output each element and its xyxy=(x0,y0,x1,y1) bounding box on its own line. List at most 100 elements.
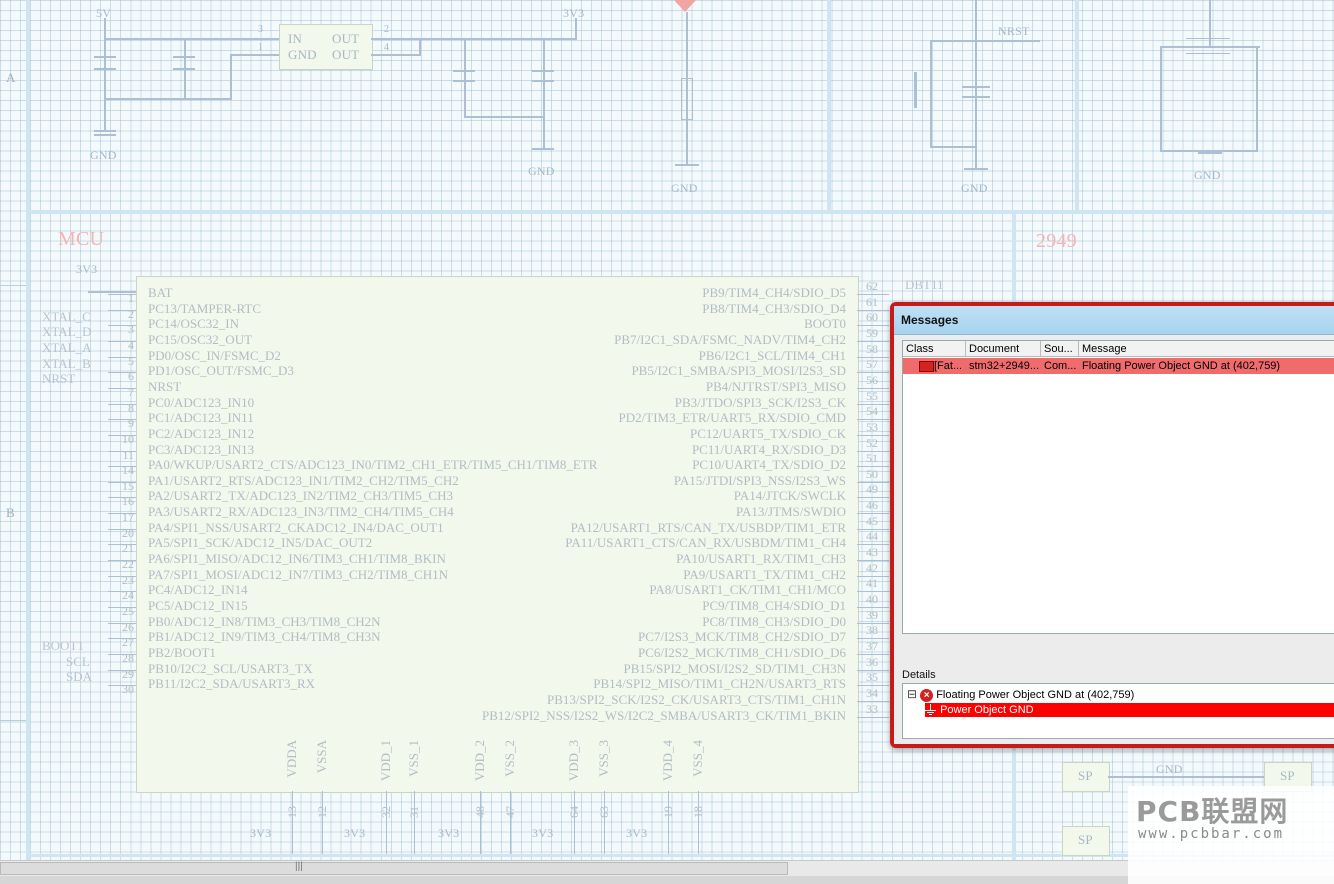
pin-line xyxy=(108,325,136,327)
pin-line xyxy=(108,622,136,624)
pin-name: PC15/OSC32_OUT xyxy=(148,331,253,347)
resistor-symbol xyxy=(681,78,693,120)
column-header-class[interactable]: Class xyxy=(903,341,966,357)
column-header-message[interactable]: Message xyxy=(1079,341,1334,357)
pin-name: PA7/SPI1_MOSI/ADC12_IN7/TIM3_CH2/TIM8_CH… xyxy=(148,566,448,582)
regulator-pin-num: 1 xyxy=(258,42,264,53)
messages-title-bar[interactable]: Messages xyxy=(894,306,1334,335)
capacitor-symbol xyxy=(453,70,475,82)
pin-line xyxy=(292,791,293,854)
pin-name: PB6/I2C1_SCL/TIM4_CH1 xyxy=(698,347,846,363)
bottom-power-label: 3V3 xyxy=(438,826,460,840)
zone-divider-top-1 xyxy=(827,0,831,212)
pin-name: PB7/I2C1_SDA/FSMC_NADV/TIM4_CH2 xyxy=(614,331,846,347)
pin-line xyxy=(108,372,136,374)
row-message: Floating Power Object GND at (402,759) xyxy=(1082,360,1281,372)
pin-number: 40 xyxy=(866,592,878,606)
pin-number: 49 xyxy=(866,482,878,497)
row-class: [Fat... xyxy=(934,360,963,372)
net-label-xtal-a: XTAL_A xyxy=(42,340,92,355)
scrollbar-thumb[interactable]: ||| xyxy=(0,861,788,875)
pin-line xyxy=(108,685,136,687)
gnd-label: GND xyxy=(1194,168,1221,182)
wire xyxy=(104,18,106,130)
pin-number: 46 xyxy=(866,498,878,513)
watermark-url: www.pcbbar.com xyxy=(1138,826,1285,842)
bottom-power-label: 3V3 xyxy=(344,826,366,840)
pin-line xyxy=(108,497,136,499)
column-header-source[interactable]: Sou... xyxy=(1041,341,1079,357)
wire xyxy=(1256,46,1258,152)
table-row[interactable]: [Fat... stm32+2949... Com... Floating Po… xyxy=(903,358,1334,374)
pin-name: PC1/ADC123_IN11 xyxy=(148,410,254,426)
row-document: stm32+2949... xyxy=(969,360,1039,372)
wire xyxy=(371,38,577,40)
regulator-pin-num: 4 xyxy=(384,42,390,53)
bottom-power-label: 3V3 xyxy=(532,826,554,840)
pin-name: BOOT0 xyxy=(804,316,846,332)
pin-line xyxy=(857,716,889,718)
pin-line xyxy=(108,607,136,608)
pin-name: PD0/OSC_IN/FSMC_D2 xyxy=(148,347,281,363)
pin-line xyxy=(108,528,136,530)
pin-name: PC6/I2S2_MCK/TIM8_CH1/SDIO_D6 xyxy=(637,644,846,660)
wire xyxy=(419,38,421,56)
details-parent-text: Floating Power Object GND at (402,759) xyxy=(936,689,1135,701)
details-child-text: Power Object GND xyxy=(940,704,1034,716)
pin-number: 60 xyxy=(866,310,878,325)
collapse-toggle-icon[interactable]: ⊟ xyxy=(907,687,917,701)
net-label-nrst: NRST xyxy=(42,371,76,386)
pin-line xyxy=(698,791,699,854)
pin-number: 36 xyxy=(866,654,878,669)
power-label-3v3: 3V3 xyxy=(563,6,585,20)
pin-line xyxy=(108,419,136,421)
pin-name: PA13/JTMS/SWDIO xyxy=(735,504,846,520)
column-header-document[interactable]: Document xyxy=(966,341,1041,357)
regulator-pin-out-2: OUT xyxy=(332,47,360,62)
pin-name: PC0/ADC123_IN10 xyxy=(148,394,255,410)
pin-name: PA2/USART2_TX/ADC123_IN2/TIM2_CH3/TIM5_C… xyxy=(148,488,453,504)
sp-gnd-label: GND xyxy=(1156,762,1183,776)
pin-name: PA5/SPI1_SCK/ADC12_IN5/DAC_OUT2 xyxy=(148,535,373,551)
details-tree-parent[interactable]: ⊟ × Floating Power Object GND at (402,75… xyxy=(907,686,1134,702)
pin-name: PB9/TIM4_CH4/SDIO_D5 xyxy=(702,285,846,300)
pin-name: PC4/ADC12_IN14 xyxy=(148,582,248,598)
pin-name: VSS_2 xyxy=(502,740,517,777)
pin-line xyxy=(108,544,136,546)
net-label-xtal-b: XTAL_B xyxy=(42,356,91,371)
pin-number: 51 xyxy=(866,451,878,466)
messages-panel[interactable]: Messages Class Document Sou... Message [… xyxy=(890,302,1334,748)
regulator-pin-num: 2 xyxy=(384,24,390,35)
capacitor-symbol xyxy=(173,56,195,70)
zone-divider-horizontal xyxy=(26,210,1334,214)
sp-label: SP xyxy=(1078,768,1093,783)
pin-name: BAT xyxy=(148,285,173,300)
pin-name: PA15/JTDI/SPI3_NSS/I2S3_WS xyxy=(673,472,846,488)
pin-line xyxy=(108,481,136,483)
pin-name: VSS_3 xyxy=(596,740,611,777)
pin-line xyxy=(108,434,136,436)
crystal-symbol xyxy=(1186,38,1230,54)
mcu-sheet-title: MCU xyxy=(58,228,105,250)
pin-name: PB13/SPI2_SCK/I2S2_CK/USART3_CTS/TIM1_CH… xyxy=(547,691,846,707)
pin-number: 50 xyxy=(866,466,878,481)
wire xyxy=(464,116,544,118)
pin-number: 59 xyxy=(866,325,878,340)
details-tree[interactable]: ⊟ × Floating Power Object GND at (402,75… xyxy=(902,683,1334,739)
details-tree-child[interactable]: Power Object GND xyxy=(925,703,1334,717)
wire xyxy=(543,38,545,148)
pin-name: PA8/USART1_CK/TIM1_CH1/MCO xyxy=(649,582,846,598)
messages-table[interactable]: Class Document Sou... Message [Fat... st… xyxy=(902,340,1334,634)
pin-name: PD2/TIM3_ETR/UART5_RX/SDIO_CMD xyxy=(618,410,846,426)
ground-symbol xyxy=(1198,152,1222,154)
pin-line xyxy=(108,356,136,358)
pin-name: PC9/TIM8_CH4/SDIO_D1 xyxy=(702,598,846,613)
ground-icon xyxy=(925,704,937,716)
pin-number: 38 xyxy=(866,623,878,638)
pin-name: VDD_1 xyxy=(378,740,393,782)
wire xyxy=(975,0,977,168)
pin-name: PC2/ADC123_IN12 xyxy=(148,425,255,441)
pin-line xyxy=(108,591,136,593)
pin-line xyxy=(386,791,387,854)
pin-name: NRST xyxy=(148,378,182,394)
